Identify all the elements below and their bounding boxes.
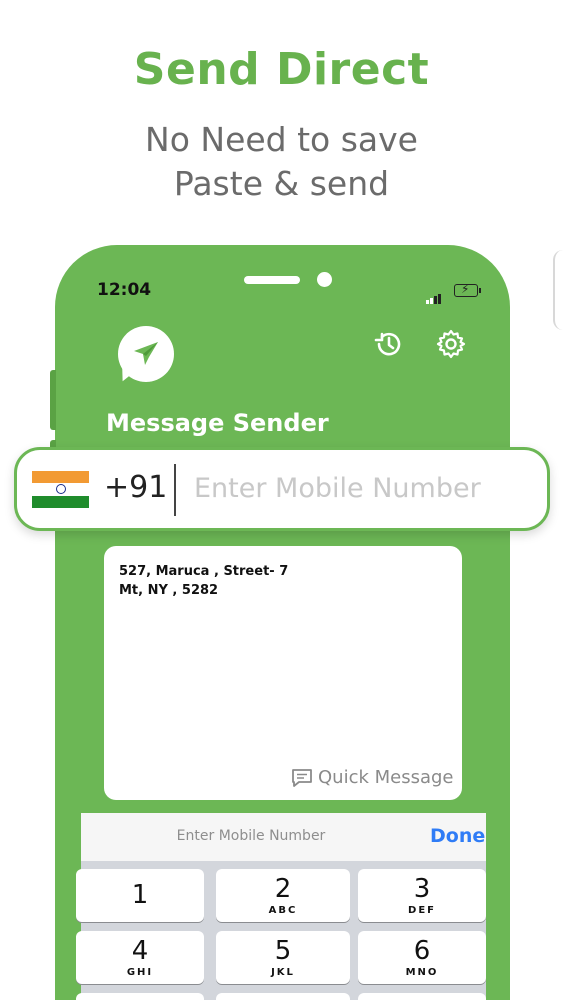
- status-time: 12:04: [97, 280, 152, 300]
- key-4[interactable]: 4 GHI: [76, 931, 204, 984]
- key-digit: 2: [274, 874, 292, 904]
- key-digit: 4: [131, 936, 149, 966]
- headline: Send Direct: [133, 44, 430, 95]
- key-letters: JKL: [271, 967, 295, 978]
- chat-bubble-icon[interactable]: [290, 768, 314, 792]
- quick-message-button[interactable]: Quick Message: [318, 767, 454, 788]
- key-6[interactable]: 6 MNO: [358, 931, 486, 984]
- app-title: Message Sender: [106, 409, 329, 437]
- india-flag-icon[interactable]: [32, 471, 89, 508]
- adjacent-phone-edge: [553, 250, 563, 330]
- key-letters: DEF: [408, 905, 436, 916]
- done-button[interactable]: Done: [430, 825, 485, 847]
- divider: [174, 464, 176, 516]
- key-digit: 6: [413, 936, 431, 966]
- phone-camera: [317, 272, 332, 287]
- signal-icon: [426, 285, 442, 304]
- gear-icon[interactable]: [436, 329, 466, 363]
- key-9[interactable]: [358, 993, 486, 1000]
- subtitle-line-1: No Need to save: [145, 120, 418, 159]
- key-digit: 3: [413, 874, 431, 904]
- key-1[interactable]: 1: [76, 869, 204, 922]
- message-line-2: Mt, NY , 5282: [119, 583, 219, 598]
- battery-charging-icon: ⚡: [454, 282, 481, 297]
- key-7[interactable]: [76, 993, 204, 1000]
- country-code[interactable]: +91: [104, 470, 167, 505]
- subtitle-line-2: Paste & send: [173, 164, 390, 203]
- message-line-1: 527, Maruca , Street- 7: [119, 564, 289, 579]
- key-letters: GHI: [126, 967, 154, 978]
- key-letters: ABC: [268, 905, 298, 916]
- key-5[interactable]: 5 JKL: [216, 931, 350, 984]
- key-digit: 5: [274, 936, 292, 966]
- mobile-number-input[interactable]: [194, 466, 524, 510]
- key-2[interactable]: 2 ABC: [216, 869, 350, 922]
- app-logo: [118, 326, 174, 382]
- phone-speaker: [244, 276, 300, 284]
- history-icon[interactable]: [372, 329, 404, 363]
- phone-side-button: [50, 370, 56, 430]
- keyboard-hint: Enter Mobile Number: [176, 828, 326, 844]
- app-store-screenshot: Send Direct No Need to save Paste & send…: [0, 0, 563, 1000]
- key-digit: 1: [131, 880, 149, 910]
- paper-plane-icon: [134, 342, 158, 365]
- key-3[interactable]: 3 DEF: [358, 869, 486, 922]
- key-8[interactable]: [216, 993, 350, 1000]
- key-letters: MNO: [405, 967, 439, 978]
